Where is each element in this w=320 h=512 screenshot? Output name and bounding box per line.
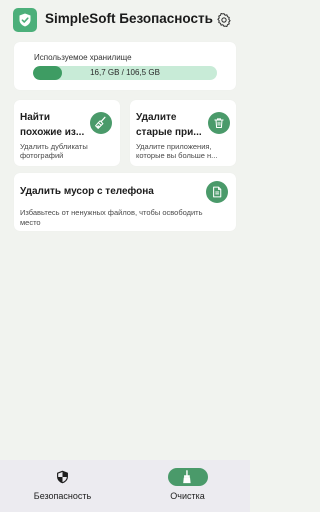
gear-icon	[217, 13, 231, 27]
nav-security[interactable]: Безопасность	[0, 460, 125, 512]
storage-usage-text: 16,7 GB / 106,5 GB	[90, 68, 160, 77]
old-apps-card[interactable]: Удалите старые при... Удалите приложения…	[130, 100, 236, 166]
old-apps-description: Удалите приложения, которые вы больше н.…	[136, 142, 218, 160]
app-title: SimpleSoft Безопасность	[45, 11, 213, 26]
file-icon	[206, 181, 228, 203]
similar-photos-description: Удалить дубликаты фотографий	[20, 142, 88, 160]
broom-icon	[168, 468, 208, 486]
storage-progress-bar: 16,7 GB / 106,5 GB	[33, 66, 217, 80]
nav-security-label: Безопасность	[33, 491, 92, 501]
junk-cleanup-title: Удалить мусор с телефона	[20, 186, 154, 197]
settings-button[interactable]	[214, 10, 234, 30]
nav-cleanup-label: Очистка	[170, 491, 205, 501]
shield-icon	[48, 468, 76, 486]
broom-icon	[90, 112, 112, 134]
trash-icon	[208, 112, 230, 134]
storage-card: Используемое хранилище 16,7 GB / 106,5 G…	[14, 42, 236, 90]
old-apps-title: Удалите старые при...	[136, 112, 202, 138]
storage-label: Используемое хранилище	[34, 53, 132, 62]
nav-cleanup[interactable]: Очистка	[125, 460, 250, 512]
app-bar: SimpleSoft Безопасность	[0, 0, 250, 40]
shield-check-icon	[13, 8, 37, 32]
bottom-navigation: Безопасность Очистка	[0, 460, 250, 512]
similar-photos-card[interactable]: Найти похожие из... Удалить дубликаты фо…	[14, 100, 120, 166]
junk-cleanup-description: Избавьтесь от ненужных файлов, чтобы осв…	[20, 208, 203, 227]
junk-cleanup-card[interactable]: Удалить мусор с телефона Избавьтесь от н…	[14, 173, 236, 231]
similar-photos-title: Найти похожие из...	[20, 112, 85, 138]
